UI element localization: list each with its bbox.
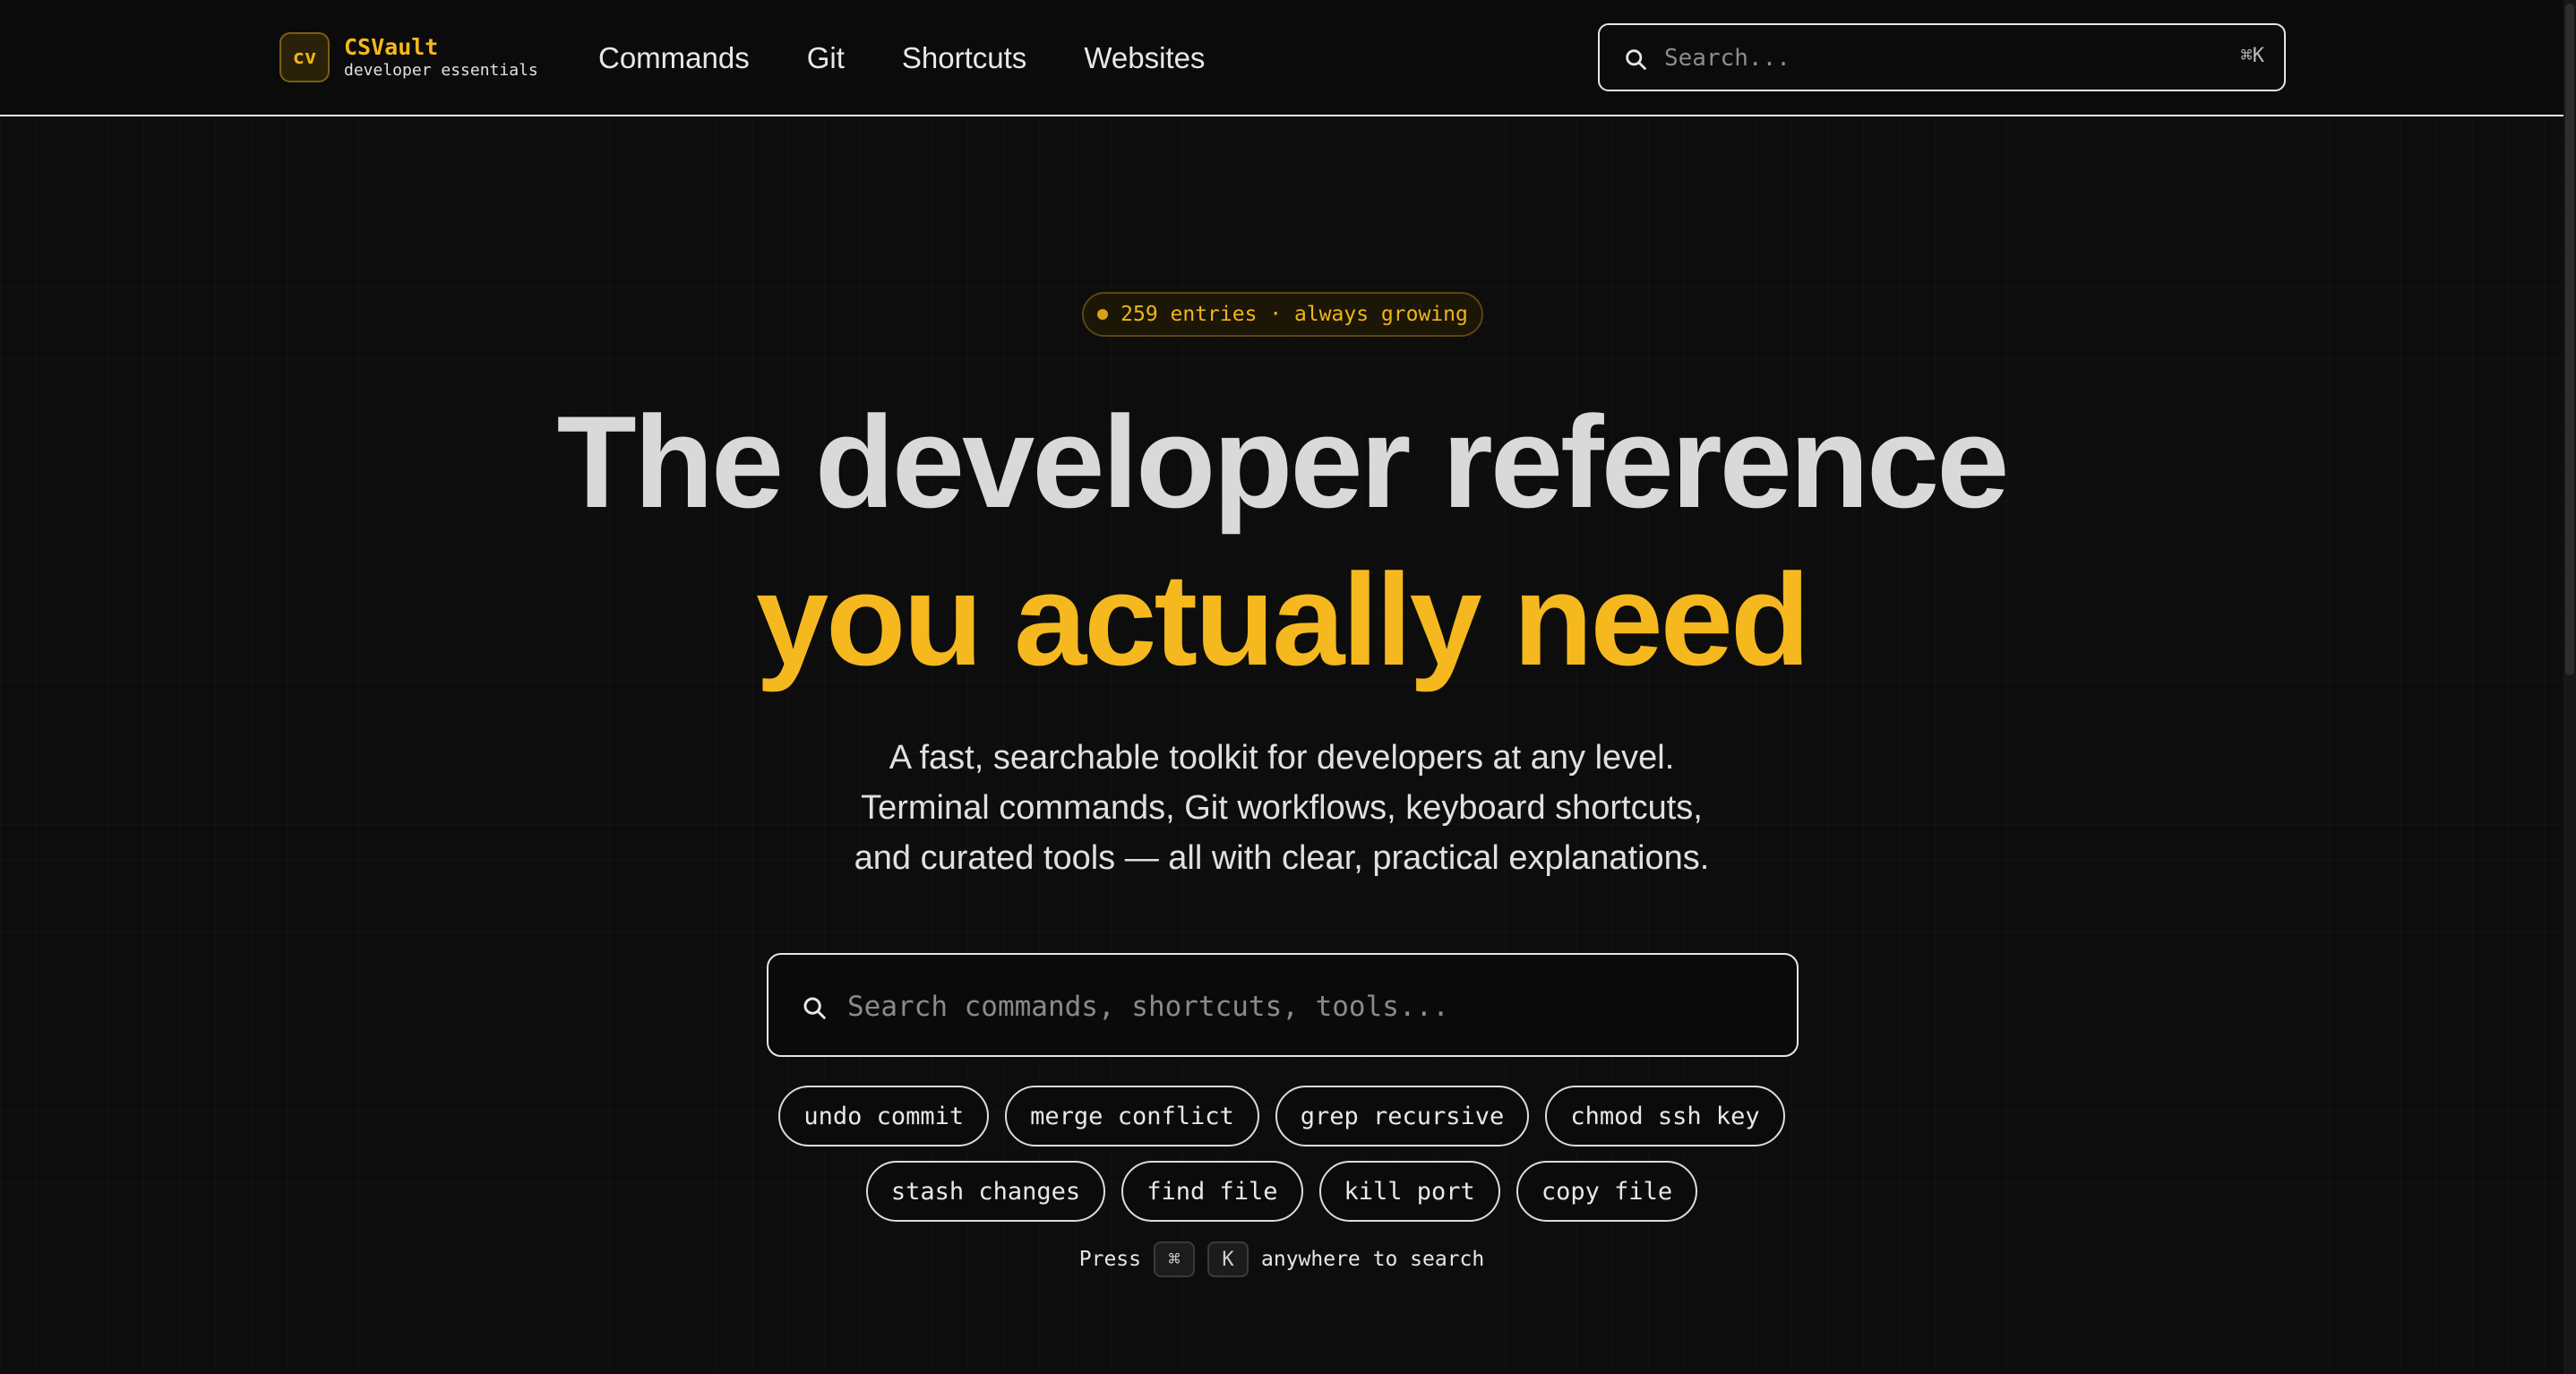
logo-badge[interactable]: cv (279, 32, 330, 82)
suggestion-chip-copy-file[interactable]: copy file (1516, 1161, 1698, 1222)
nav-item-websites[interactable]: Websites (1084, 36, 1205, 81)
k-key: K (1207, 1241, 1249, 1277)
hint-suffix: anywhere to search (1261, 1248, 1485, 1271)
command-key-icon: ⌘ (1154, 1241, 1195, 1277)
site-header: cv CSVault developer essentials Commands… (0, 0, 2563, 116)
suggestion-chips-row: undo commit merge conflict grep recursiv… (0, 1086, 2563, 1146)
suggestion-chips-row: stash changes find file kill port copy f… (0, 1161, 2563, 1222)
suggestion-chip-grep-recursive[interactable]: grep recursive (1275, 1086, 1530, 1146)
brand-name[interactable]: CSVault (344, 34, 438, 60)
suggestion-chip-undo-commit[interactable]: undo commit (778, 1086, 990, 1146)
nav-item-git[interactable]: Git (807, 36, 845, 81)
entries-badge: 259 entries · always growing (1082, 292, 1483, 337)
suggestion-chip-merge-conflict[interactable]: merge conflict (1005, 1086, 1259, 1146)
hero-headline-line1: The developer reference (556, 389, 2010, 535)
brand-tagline: developer essentials (344, 61, 538, 80)
hint-prefix: Press (1078, 1248, 1141, 1271)
entries-badge-text: 259 entries · always growing (1121, 303, 1468, 326)
hero-headline-line2: you actually need (755, 546, 1810, 692)
main-search-input[interactable] (847, 982, 1761, 1032)
search-icon (1626, 49, 1646, 70)
search-icon (803, 997, 826, 1019)
search-shortcut-hint: ⌘K (2240, 45, 2265, 67)
hero-description-line: A fast, searchable toolkit for developer… (889, 739, 1675, 777)
suggestion-chip-stash-changes[interactable]: stash changes (865, 1161, 1106, 1222)
suggestion-chip-kill-port[interactable]: kill port (1318, 1161, 1500, 1222)
main-nav: Commands Git Shortcuts Websites (598, 36, 1205, 81)
header-search-input[interactable] (1664, 36, 2166, 81)
suggestion-chip-find-file[interactable]: find file (1121, 1161, 1303, 1222)
suggestion-chip-chmod-ssh-key[interactable]: chmod ssh key (1545, 1086, 1785, 1146)
header-search-box[interactable]: ⌘K (1598, 23, 2286, 91)
hero-description-line: and curated tools — all with clear, prac… (854, 839, 1710, 877)
main-search-box[interactable] (767, 953, 1799, 1057)
scrollbar-thumb[interactable] (2565, 4, 2574, 675)
keyboard-hint: Press ⌘ K anywhere to search (0, 1241, 2563, 1277)
nav-item-commands[interactable]: Commands (598, 36, 750, 81)
hero-description: A fast, searchable toolkit for developer… (0, 733, 2563, 883)
nav-item-shortcuts[interactable]: Shortcuts (902, 36, 1026, 81)
hero-description-line: Terminal commands, Git workflows, keyboa… (861, 789, 1703, 827)
status-dot-icon (1097, 309, 1109, 320)
